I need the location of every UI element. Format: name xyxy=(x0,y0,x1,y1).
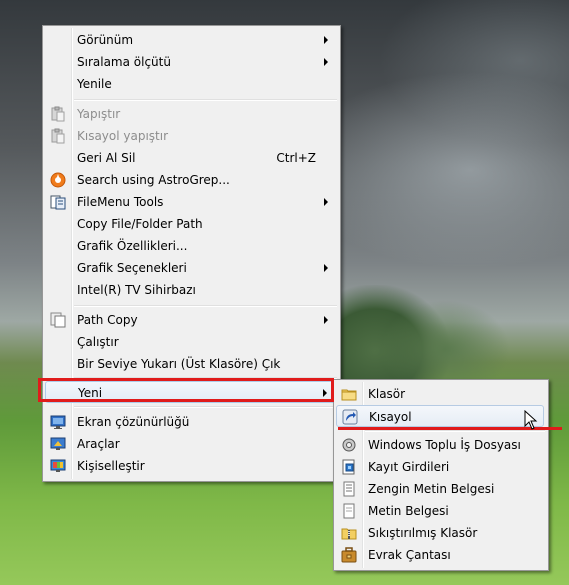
rich-text-document-icon xyxy=(341,481,357,497)
menu-item-screen-resolution[interactable]: Ekran çözünürlüğü xyxy=(45,411,336,433)
mouse-pointer-icon xyxy=(524,409,538,430)
menu-item-graphics-properties[interactable]: Grafik Özellikleri... xyxy=(45,235,336,257)
menu-item-copy-path[interactable]: Copy File/Folder Path xyxy=(45,213,336,235)
menu-item-view[interactable]: Görünüm xyxy=(45,29,336,51)
paste-icon xyxy=(50,106,66,122)
menu-item-label: Zengin Metin Belgesi xyxy=(368,482,495,496)
menu-item-shortcut: Ctrl+Z xyxy=(276,151,316,165)
submenu-item-rich-text-document[interactable]: Zengin Metin Belgesi xyxy=(336,478,544,500)
compressed-folder-icon xyxy=(341,525,357,541)
highlight-annotation-box xyxy=(38,378,334,402)
menu-item-label: Path Copy xyxy=(77,313,138,327)
submenu-item-batch-file[interactable]: Windows Toplu İş Dosyası xyxy=(336,434,544,456)
menu-item-paste[interactable]: Yapıştır xyxy=(45,103,336,125)
submenu-item-text-document[interactable]: Metin Belgesi xyxy=(336,500,544,522)
submenu-item-shortcut[interactable]: Kısayol xyxy=(336,405,544,427)
menu-item-personalize[interactable]: Kişiselleştir xyxy=(45,455,336,477)
registry-entries-icon xyxy=(341,459,357,475)
menu-item-filemenu-tools[interactable]: FileMenu Tools xyxy=(45,191,336,213)
menu-item-tools[interactable]: Araçlar xyxy=(45,433,336,455)
menu-item-label: Klasör xyxy=(368,387,406,401)
menu-item-label: Geri Al Sil xyxy=(77,151,136,165)
menu-item-path-copy[interactable]: Path Copy xyxy=(45,309,336,331)
briefcase-icon xyxy=(341,547,357,563)
wallpaper-tree-foliage xyxy=(380,300,510,390)
text-document-icon xyxy=(341,503,357,519)
screen-resolution-icon xyxy=(50,414,66,430)
menu-item-sort-by[interactable]: Sıralama ölçütü xyxy=(45,51,336,73)
shortcut-icon xyxy=(342,409,358,425)
submenu-item-folder[interactable]: Klasör xyxy=(336,383,544,405)
submenu-arrow-icon xyxy=(324,58,328,66)
submenu-arrow-icon xyxy=(324,36,328,44)
submenu-arrow-icon xyxy=(324,316,328,324)
menu-item-label: Yenile xyxy=(77,77,112,91)
filemenu-tools-icon xyxy=(50,194,66,210)
menu-item-label: Kişiselleştir xyxy=(77,459,145,473)
folder-icon xyxy=(341,386,357,402)
menu-item-label: Kısayol xyxy=(369,410,412,424)
menu-separator xyxy=(74,305,337,307)
desktop-context-menu: Görünüm Sıralama ölçütü Yenile Yapıştır … xyxy=(42,25,341,482)
menu-item-intel-tv-wizard[interactable]: Intel(R) TV Sihirbazı xyxy=(45,279,336,301)
menu-separator xyxy=(365,430,545,432)
batch-file-icon xyxy=(341,437,357,453)
menu-item-label: Kısayol yapıştır xyxy=(77,129,169,143)
menu-item-label: Yapıştır xyxy=(77,107,121,121)
personalize-icon xyxy=(50,458,66,474)
tools-icon xyxy=(50,436,66,452)
menu-item-label: Grafik Özellikleri... xyxy=(77,239,188,253)
menu-item-paste-shortcut[interactable]: Kısayol yapıştır xyxy=(45,125,336,147)
submenu-item-registry-entries[interactable]: Kayıt Girdileri xyxy=(336,456,544,478)
astrogrep-icon xyxy=(50,172,66,188)
menu-item-search-astrogrep[interactable]: Search using AstroGrep... xyxy=(45,169,336,191)
menu-separator xyxy=(74,406,337,408)
menu-item-label: Kayıt Girdileri xyxy=(368,460,450,474)
menu-item-refresh[interactable]: Yenile xyxy=(45,73,336,95)
menu-item-run[interactable]: Çalıştır xyxy=(45,331,336,353)
new-submenu: Klasör Kısayol Windows Toplu İş Dosyası … xyxy=(333,379,549,571)
menu-item-label: Araçlar xyxy=(77,437,120,451)
menu-item-label: Metin Belgesi xyxy=(368,504,449,518)
menu-item-label: Intel(R) TV Sihirbazı xyxy=(77,283,196,297)
menu-item-label: Evrak Çantası xyxy=(368,548,451,562)
menu-item-label: Sıralama ölçütü xyxy=(77,55,171,69)
menu-item-label: Çalıştır xyxy=(77,335,119,349)
menu-item-label: Windows Toplu İş Dosyası xyxy=(368,438,521,452)
menu-separator xyxy=(74,99,337,101)
menu-item-go-up-level[interactable]: Bir Seviye Yukarı (Üst Klasöre) Çık xyxy=(45,353,336,375)
menu-item-label: Görünüm xyxy=(77,33,134,47)
submenu-item-compressed-folder[interactable]: Sıkıştırılmış Klasör xyxy=(336,522,544,544)
paste-shortcut-icon xyxy=(50,128,66,144)
submenu-arrow-icon xyxy=(324,198,328,206)
menu-item-undo-delete[interactable]: Geri Al Sil Ctrl+Z xyxy=(45,147,336,169)
menu-item-label: Ekran çözünürlüğü xyxy=(77,415,190,429)
menu-item-label: Search using AstroGrep... xyxy=(77,173,230,187)
menu-item-graphics-options[interactable]: Grafik Seçenekleri xyxy=(45,257,336,279)
menu-item-label: Copy File/Folder Path xyxy=(77,217,203,231)
submenu-item-briefcase[interactable]: Evrak Çantası xyxy=(336,544,544,566)
menu-item-label: Bir Seviye Yukarı (Üst Klasöre) Çık xyxy=(77,357,281,371)
menu-item-label: Sıkıştırılmış Klasör xyxy=(368,526,478,540)
path-copy-icon xyxy=(50,312,66,328)
menu-item-label: FileMenu Tools xyxy=(77,195,164,209)
menu-item-label: Grafik Seçenekleri xyxy=(77,261,187,275)
submenu-arrow-icon xyxy=(324,264,328,272)
